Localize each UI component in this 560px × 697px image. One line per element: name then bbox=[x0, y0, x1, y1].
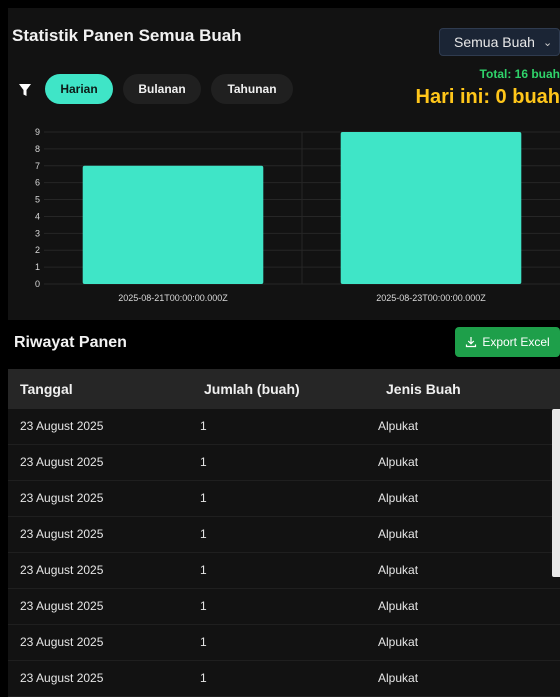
y-tick-label: 9 bbox=[35, 127, 40, 137]
today-count: Hari ini: 0 buah bbox=[415, 86, 560, 108]
cell-fruit: Alpukat bbox=[378, 527, 419, 541]
y-tick-label: 6 bbox=[35, 178, 40, 188]
cell-date: 23 August 2025 bbox=[20, 527, 104, 541]
chart-bar bbox=[340, 132, 522, 284]
cell-date: 23 August 2025 bbox=[20, 671, 104, 685]
cell-date: 23 August 2025 bbox=[20, 563, 104, 577]
tab-bulanan[interactable]: Bulanan bbox=[123, 74, 201, 104]
y-tick-label: 7 bbox=[35, 161, 40, 171]
fruit-select-value: Semua Buah bbox=[454, 34, 535, 50]
table-row[interactable]: 23 August 2025 1 Alpukat bbox=[8, 661, 560, 697]
table-row[interactable]: 23 August 2025 1 Alpukat bbox=[8, 445, 560, 481]
table-row[interactable]: 23 August 2025 1 Alpukat bbox=[8, 481, 560, 517]
cell-quantity: 1 bbox=[200, 599, 207, 613]
x-tick-label: 2025-08-23T00:00:00.000Z bbox=[376, 293, 486, 303]
harvest-bar-chart: 0 1 2 3 4 5 6 7 8 9 2025-08-21T00:00:00.000Z 2025-0… bbox=[35, 127, 560, 303]
x-tick-label: 2025-08-21T00:00:00.000Z bbox=[118, 293, 228, 303]
cell-fruit: Alpukat bbox=[378, 491, 419, 505]
download-icon bbox=[466, 337, 477, 348]
page-title: Statistik Panen Semua Buah bbox=[12, 26, 242, 45]
cell-date: 23 August 2025 bbox=[20, 419, 104, 433]
table-row[interactable]: 23 August 2025 1 Alpukat bbox=[8, 409, 560, 445]
cell-fruit: Alpukat bbox=[378, 635, 419, 649]
table-row[interactable]: 23 August 2025 1 Alpukat bbox=[8, 553, 560, 589]
fruit-select[interactable]: Semua Buah ⌄ bbox=[439, 28, 560, 56]
cell-fruit: Alpukat bbox=[378, 563, 419, 577]
cell-fruit: Alpukat bbox=[378, 599, 419, 613]
filter-icon[interactable] bbox=[18, 83, 32, 97]
export-excel-label: Export Excel bbox=[482, 335, 550, 349]
cell-fruit: Alpukat bbox=[378, 419, 419, 433]
chevron-down-icon: ⌄ bbox=[542, 36, 553, 49]
y-tick-label: 3 bbox=[35, 228, 40, 238]
chart-bar bbox=[82, 165, 264, 284]
y-tick-label: 5 bbox=[35, 195, 40, 205]
cell-quantity: 1 bbox=[200, 671, 207, 685]
y-tick-label: 2 bbox=[35, 245, 40, 255]
column-header-jenis-buah[interactable]: Jenis Buah bbox=[386, 369, 461, 409]
cell-fruit: Alpukat bbox=[378, 455, 419, 469]
table-row[interactable]: 23 August 2025 1 Alpukat bbox=[8, 625, 560, 661]
cell-date: 23 August 2025 bbox=[20, 455, 104, 469]
y-tick-label: 4 bbox=[35, 211, 40, 221]
table-row[interactable]: 23 August 2025 1 Alpukat bbox=[8, 589, 560, 625]
column-header-tanggal[interactable]: Tanggal bbox=[20, 369, 73, 409]
cell-date: 23 August 2025 bbox=[20, 635, 104, 649]
table-header: Tanggal Jumlah (buah) Jenis Buah bbox=[8, 369, 560, 409]
total-count: Total: 16 buah bbox=[479, 67, 560, 81]
cell-fruit: Alpukat bbox=[378, 671, 419, 685]
cell-quantity: 1 bbox=[200, 635, 207, 649]
y-tick-label: 8 bbox=[35, 144, 40, 154]
export-excel-button[interactable]: Export Excel bbox=[455, 327, 560, 357]
column-header-jumlah[interactable]: Jumlah (buah) bbox=[204, 369, 300, 409]
cell-date: 23 August 2025 bbox=[20, 491, 104, 505]
history-title: Riwayat Panen bbox=[14, 334, 127, 351]
cell-quantity: 1 bbox=[200, 419, 207, 433]
table-scrollbar[interactable] bbox=[552, 409, 560, 577]
cell-quantity: 1 bbox=[200, 491, 207, 505]
y-tick-label: 1 bbox=[35, 262, 40, 272]
table-body: 23 August 2025 1 Alpukat 23 August 2025 … bbox=[8, 409, 560, 697]
cell-quantity: 1 bbox=[200, 455, 207, 469]
cell-quantity: 1 bbox=[200, 527, 207, 541]
tab-tahunan[interactable]: Tahunan bbox=[211, 74, 293, 104]
cell-date: 23 August 2025 bbox=[20, 599, 104, 613]
table-row[interactable]: 23 August 2025 1 Alpukat bbox=[8, 517, 560, 553]
tab-harian[interactable]: Harian bbox=[45, 74, 113, 104]
cell-quantity: 1 bbox=[200, 563, 207, 577]
y-tick-label: 0 bbox=[35, 279, 40, 289]
